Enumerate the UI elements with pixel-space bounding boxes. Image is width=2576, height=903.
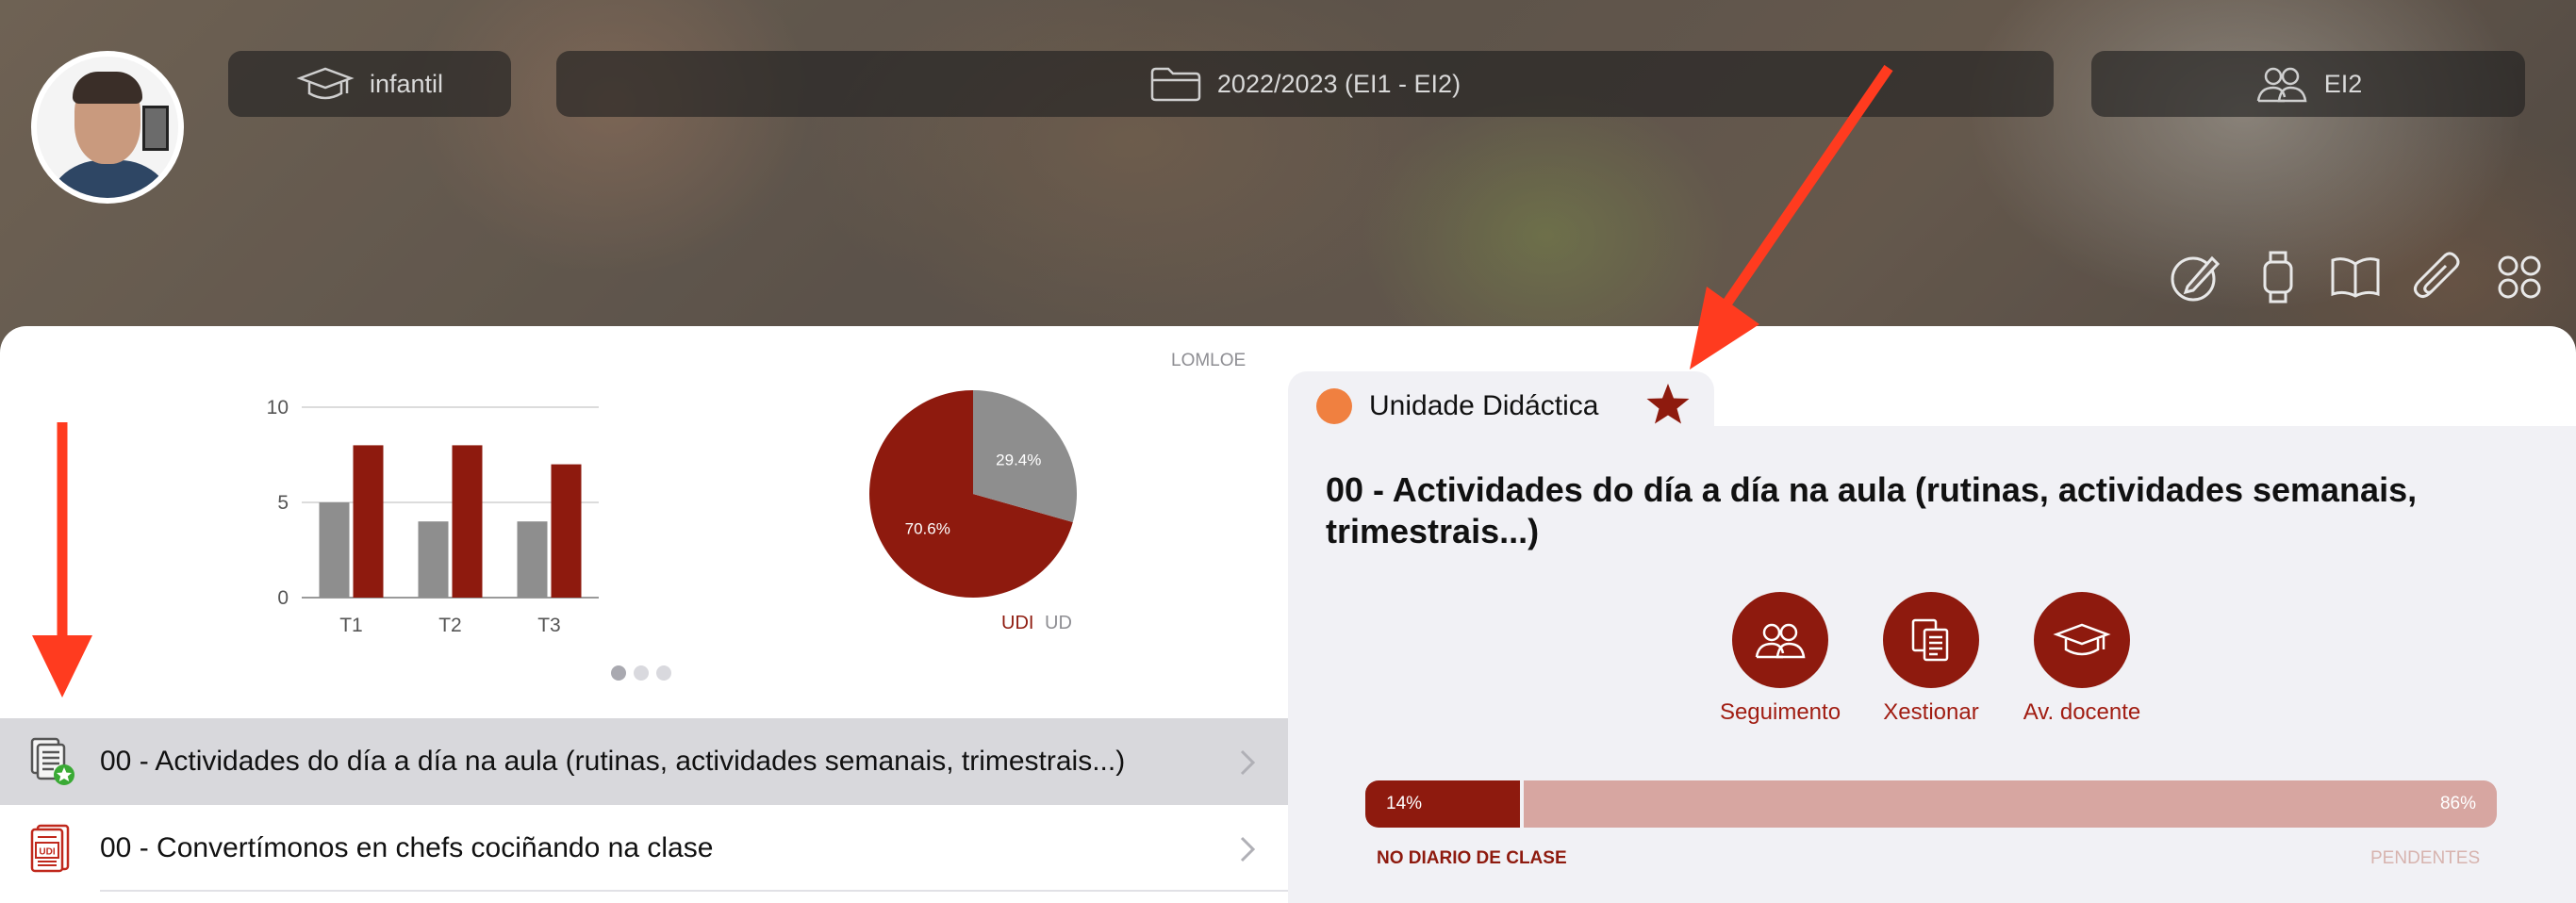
unit-detail-title: 00 - Actividades do día a día na aula (r… (1326, 470, 2418, 550)
school-year-selector-button[interactable]: 2022/2023 (EI1 - EI2) (556, 51, 2054, 117)
school-year-label: 2022/2023 (EI1 - EI2) (1216, 69, 1461, 98)
y-tick-label: 0 (277, 587, 289, 609)
udi-document-icon: UDI (28, 824, 77, 873)
curriculum-badge: LOMLOE (1171, 351, 1247, 370)
book-icon[interactable] (2329, 251, 2382, 304)
bar (551, 464, 582, 598)
group-icon (1732, 592, 1828, 688)
carousel-page-indicator[interactable] (611, 665, 671, 681)
page-dot[interactable] (611, 665, 626, 681)
progress-done-label: NO DIARIO DE CLASE (1377, 848, 1567, 868)
teacher-evaluation-button[interactable]: Av. docente (2002, 592, 2162, 726)
level-label: infantil (369, 69, 444, 98)
graduation-cap-icon (2034, 592, 2130, 688)
teacher-evaluation-label: Av. docente (2023, 699, 2141, 725)
y-tick-label: 5 (277, 492, 289, 514)
progress-pending-label: PENDENTES (2370, 848, 2481, 868)
watch-icon[interactable] (2252, 251, 2304, 304)
unit-list-item[interactable]: UDI 00 - Convertímonos en chefs cociñand… (0, 805, 1288, 892)
bar (418, 521, 449, 598)
document-star-icon (28, 737, 77, 786)
seguimento-button[interactable]: Seguimento (1700, 592, 1860, 726)
bar (452, 445, 483, 598)
pie-chart: 70.6% 29.4% (869, 390, 1077, 598)
group-selector-button[interactable]: EI2 (2091, 51, 2525, 117)
group-icon (2254, 63, 2309, 105)
y-tick-label: 10 (267, 397, 289, 419)
chevron-right-icon (1239, 835, 1256, 868)
unit-title: 00 - Convertímonos en chefs cociñando na… (100, 832, 714, 863)
unit-list-item-selected[interactable]: 00 - Actividades do día a día na aula (r… (0, 718, 1288, 805)
bar (517, 521, 548, 598)
toolbar (2169, 251, 2546, 304)
progress-pending-segment: 86% (1524, 780, 2497, 828)
seguimento-label: Seguimento (1719, 699, 1841, 725)
edit-icon[interactable] (2169, 251, 2221, 304)
pie-legend: UDI UD (1001, 613, 1072, 634)
x-tick-label: T1 (339, 615, 363, 636)
chevron-right-icon (1239, 748, 1256, 781)
avatar[interactable] (31, 51, 184, 204)
bar (319, 502, 350, 598)
favorite-star-icon[interactable] (1644, 381, 1692, 433)
page-dot[interactable] (656, 665, 671, 681)
documents-icon (1883, 592, 1979, 688)
class-diary-progress-bar: 14% 86% (1365, 780, 2497, 828)
pie-slice-label: 29.4% (996, 452, 1041, 469)
grid-icon[interactable] (2493, 251, 2546, 304)
unit-title: 00 - Actividades do día a día na aula (r… (100, 746, 1126, 777)
unit-type-label: Unidade Didáctica (1369, 390, 1599, 421)
folder-icon (1149, 65, 1202, 103)
xestionar-button[interactable]: Xestionar (1851, 592, 2011, 726)
page-dot[interactable] (634, 665, 649, 681)
unit-color-dot (1316, 388, 1352, 424)
x-tick-label: T3 (537, 615, 561, 636)
progress-done-percent: 14% (1386, 794, 1423, 813)
legend-ud: UD (1045, 613, 1072, 633)
bar (353, 445, 384, 598)
progress-done-segment: 14% (1365, 780, 1524, 828)
level-selector-button[interactable]: infantil (228, 51, 511, 117)
paperclip-icon[interactable] (2410, 251, 2463, 304)
group-label: EI2 (2323, 69, 2363, 98)
x-tick-label: T2 (438, 615, 462, 636)
svg-text:UDI: UDI (39, 847, 55, 858)
legend-udi: UDI (1001, 613, 1034, 633)
pie-slice-label: 70.6% (905, 519, 950, 537)
bar-chart: 0 5 10 T1 T2 T3 (267, 397, 599, 636)
graduation-cap-icon (296, 65, 355, 103)
xestionar-label: Xestionar (1883, 699, 1979, 725)
progress-pending-percent: 86% (2439, 794, 2476, 813)
